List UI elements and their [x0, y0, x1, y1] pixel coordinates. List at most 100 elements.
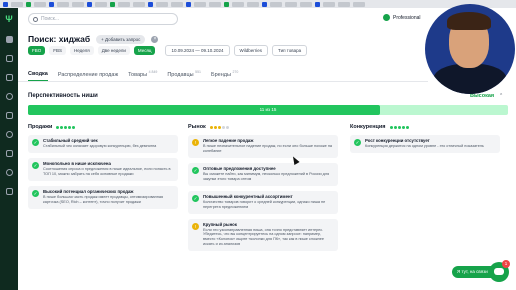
browser-tab[interactable]	[26, 1, 31, 7]
sellers-icon[interactable]	[5, 131, 13, 138]
rating-dot	[64, 125, 68, 129]
browser-tab[interactable]	[247, 1, 259, 7]
filter-two-weeks[interactable]: Две недели	[97, 46, 130, 55]
perspective-progress-bar: 11 из 15	[28, 105, 508, 115]
niche-icon[interactable]	[5, 93, 13, 100]
tab-summary-label: Сводка	[28, 70, 48, 77]
chart-icon[interactable]	[5, 55, 13, 62]
market-card: ✓ Повышенный конкурентный ассортимент Ко…	[188, 190, 338, 214]
filter-week[interactable]: Неделя	[70, 46, 94, 55]
market-rating-dots	[209, 125, 229, 129]
card-description: Если это узконаправленная ниша, она точн…	[203, 227, 324, 247]
card-description: В нише незначительное падение продаж, но…	[203, 144, 333, 153]
rating-dot	[405, 125, 409, 129]
card-title: Легкое падение продаж	[203, 138, 254, 143]
browser-tab[interactable]	[72, 1, 84, 7]
webcam-person-hair	[447, 12, 491, 30]
webcam-person-body	[433, 64, 507, 94]
browser-tab[interactable]	[34, 1, 46, 7]
sales-column-title: Продажи	[28, 124, 53, 130]
tab-brands-count: 270	[232, 70, 239, 74]
perspective-score-label: 11 из 15	[259, 107, 277, 112]
tab-bar: Сводка Распределение продаж Товары 4 849…	[28, 70, 238, 81]
check-icon: ✓	[192, 166, 199, 174]
dashboard-icon[interactable]	[5, 36, 13, 43]
rating-dot	[213, 125, 217, 129]
browser-tab[interactable]	[338, 1, 350, 7]
product-type-select[interactable]: Тип товара	[272, 45, 308, 56]
browser-tab[interactable]	[232, 1, 244, 7]
competition-column-title: Конкуренция	[350, 124, 386, 130]
browser-tab[interactable]	[110, 1, 115, 7]
chat-button[interactable]: 1	[489, 260, 510, 282]
card-title: Рост конкуренции отсутствует	[365, 138, 430, 143]
sales-rating-dots	[56, 125, 76, 129]
search-input[interactable]: Поиск...	[28, 13, 178, 25]
add-query-button[interactable]: + Добавить запрос	[96, 34, 146, 44]
close-icon[interactable]: ×	[151, 35, 159, 43]
filter-month[interactable]: Месяц	[133, 46, 156, 55]
filter-fbs[interactable]: FBS	[49, 46, 67, 55]
brands-icon[interactable]	[5, 150, 13, 157]
tab-products-count: 4 849	[148, 70, 158, 74]
browser-tab[interactable]	[133, 1, 145, 7]
help-icon[interactable]	[5, 169, 13, 176]
rating-dot	[72, 125, 76, 129]
card-description: Вы сможете найти, как минимум, несколько…	[203, 171, 330, 181]
browser-tab[interactable]	[315, 1, 320, 7]
browser-tab[interactable]	[194, 1, 206, 7]
check-icon: ✓	[192, 194, 199, 202]
tab-sales-distribution-label: Распределение продаж	[57, 71, 119, 78]
browser-tab[interactable]	[323, 1, 335, 7]
browser-tab[interactable]	[156, 1, 168, 7]
tab-sellers-count: 551	[195, 70, 201, 74]
browser-tab[interactable]	[270, 1, 282, 7]
rating-dot	[393, 125, 397, 129]
browser-tab[interactable]	[300, 1, 312, 7]
warning-icon: !	[192, 139, 199, 146]
card-title: Стабильный средний чек	[43, 138, 98, 143]
rating-dot	[209, 125, 213, 129]
check-icon: ✓	[32, 189, 39, 197]
date-range-picker[interactable]: 10.09.2024 — 09.10.2024	[165, 45, 230, 56]
market-column: Рынок ! Легкое падение продаж В нише нез…	[188, 124, 338, 256]
profile-menu[interactable]: Professional	[383, 14, 421, 21]
browser-tab[interactable]	[285, 1, 297, 7]
tab-summary[interactable]: Сводка	[28, 71, 48, 81]
browser-tab[interactable]	[224, 1, 229, 7]
sidebar: Ψ	[0, 8, 18, 290]
tab-brands-label: Бренды	[210, 71, 231, 78]
settings-icon[interactable]	[5, 188, 13, 195]
browser-tab[interactable]	[57, 1, 69, 7]
browser-tab[interactable]	[118, 1, 130, 7]
browser-tab[interactable]	[262, 1, 267, 7]
market-column-title: Рынок	[188, 124, 206, 130]
tab-sellers[interactable]: Продавцы 551	[167, 70, 201, 81]
products-icon[interactable]	[5, 112, 13, 119]
card-description: Стабильный чек означает здоровую конкуре…	[43, 144, 157, 148]
card-description: Соотношения спроса и предложения в нише …	[43, 166, 171, 176]
browser-tab[interactable]	[3, 1, 8, 7]
rating-dot	[221, 125, 225, 129]
filter-fbo[interactable]: FBO	[28, 46, 46, 55]
avatar	[383, 14, 390, 21]
tab-sales-distribution[interactable]: Распределение продаж	[58, 72, 118, 81]
browser-tab[interactable]	[49, 1, 54, 7]
list-icon[interactable]	[5, 74, 13, 81]
logo-icon[interactable]: Ψ	[4, 14, 14, 24]
browser-tab[interactable]	[171, 1, 183, 7]
search-icon	[33, 16, 38, 22]
browser-tab[interactable]	[353, 1, 365, 7]
rating-dot	[217, 125, 221, 129]
browser-tab[interactable]	[209, 1, 221, 7]
browser-tab[interactable]	[87, 1, 92, 7]
tab-brands[interactable]: Бренды 270	[211, 70, 238, 81]
sales-card: ✓ Стабильный средний чек Стабильный чек …	[28, 135, 178, 153]
browser-tab[interactable]	[186, 1, 191, 7]
browser-tab[interactable]	[95, 1, 107, 7]
browser-tab[interactable]	[148, 1, 153, 7]
browser-tab[interactable]	[11, 1, 23, 7]
browser-tab-bar	[0, 0, 516, 8]
marketplace-select[interactable]: Wildberries	[233, 45, 269, 56]
tab-products[interactable]: Товары 4 849	[128, 70, 157, 81]
